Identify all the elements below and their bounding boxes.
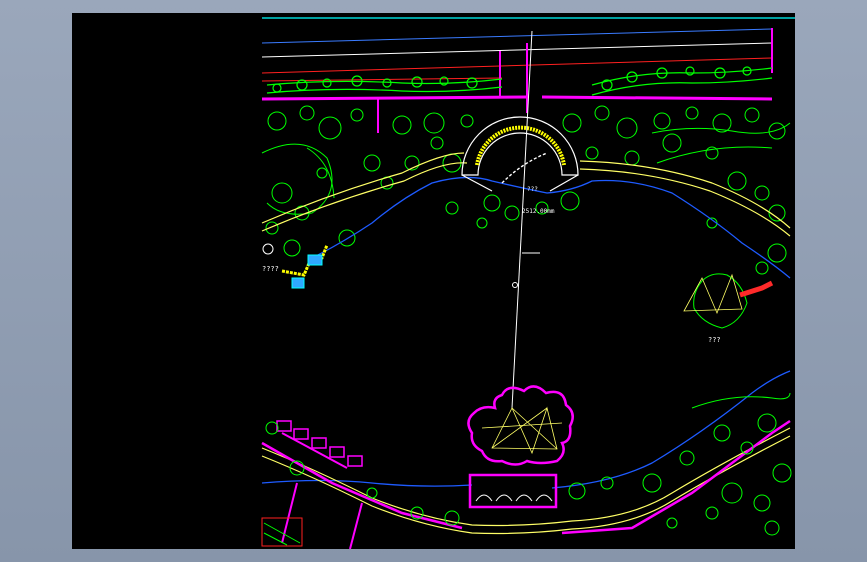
cad-drawing-canvas[interactable]: ??? 2512.00mm ???? ??? (72, 13, 795, 549)
lake-north-shore (311, 176, 791, 279)
south-footpath (261, 427, 791, 527)
south-boundary-east (561, 419, 791, 535)
boundary-post (349, 502, 363, 549)
plaza-vegetation (445, 191, 580, 229)
road-line-red-2 (261, 77, 503, 82)
west-platform-2 (291, 277, 305, 289)
east-island-outline (693, 273, 748, 329)
vegetation-east (562, 105, 791, 275)
footpath-west (261, 152, 465, 224)
bridge-dimension-label: 2512.00mm (522, 208, 555, 215)
plaza-ramps (461, 174, 579, 192)
north-boundary-east (541, 95, 773, 101)
plaza-mark-label: ??? (527, 186, 538, 193)
east-bridge (739, 280, 774, 298)
road-line-blue (261, 28, 773, 44)
footpath-west-edge (261, 162, 468, 232)
north-tree-belt (266, 66, 773, 96)
south-entrance-plaza (468, 473, 558, 509)
north-boundary-west (261, 95, 528, 101)
footpath-east-edge (579, 168, 791, 237)
site-plan-drawing: ??? 2512.00mm ???? ??? (261, 17, 795, 549)
west-area-label: ???? (262, 265, 279, 273)
island-pavilion-frame (683, 273, 743, 315)
west-platform (307, 254, 323, 266)
entrance-arches (475, 494, 553, 502)
vegetation-south (265, 392, 792, 536)
south-pavilion-canopy (481, 406, 563, 455)
axis-node (512, 282, 518, 288)
road-line-red (261, 57, 773, 74)
north-arrow-icon (262, 243, 274, 255)
road-line-white (261, 42, 773, 58)
east-island-label: ??? (708, 336, 721, 344)
